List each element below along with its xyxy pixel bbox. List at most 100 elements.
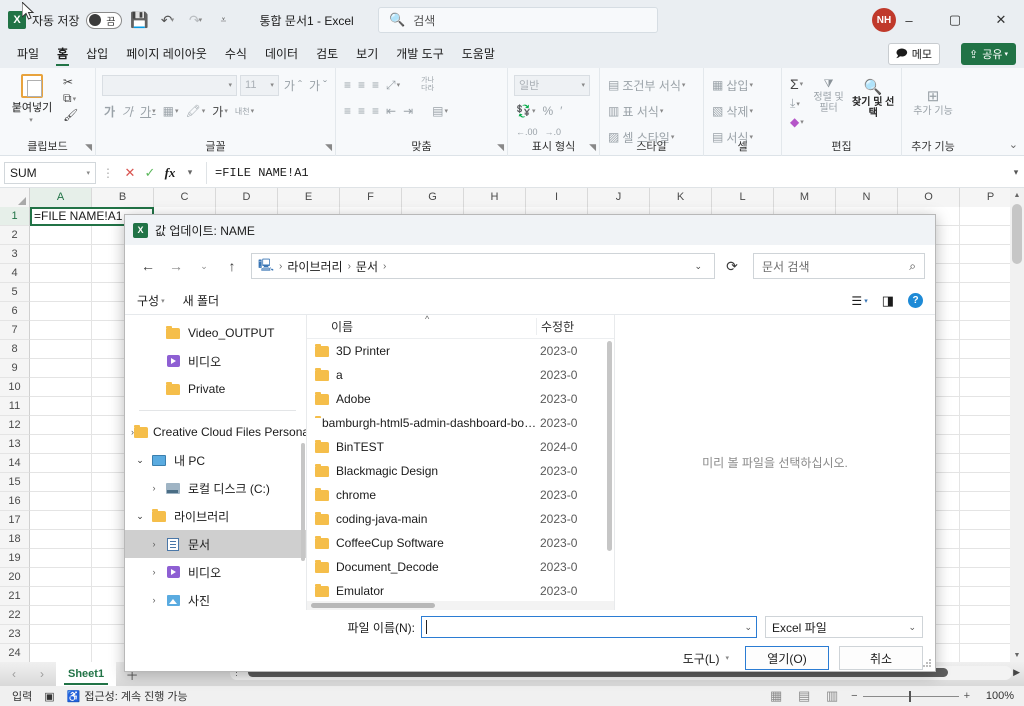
row-header-18[interactable]: 18 [0, 530, 30, 549]
row-header-11[interactable]: 11 [0, 397, 30, 416]
row-header-2[interactable]: 2 [0, 226, 30, 245]
column-header-c[interactable]: C [154, 188, 216, 207]
help-icon[interactable]: ? [908, 293, 923, 308]
zoom-out-button[interactable]: − [851, 690, 857, 702]
cell-A2[interactable] [30, 226, 92, 245]
tab-view[interactable]: 보기 [347, 41, 387, 67]
file-list-item[interactable]: 3D Printer 2023-0 [307, 339, 614, 363]
tree-item-[interactable]: › 비디오 [125, 347, 306, 375]
column-header-h[interactable]: H [464, 188, 526, 207]
chevron-right-icon[interactable]: › [145, 483, 163, 493]
chevron-down-icon[interactable]: ▾ [180, 167, 200, 178]
font-dialog-launcher[interactable]: ◥ [325, 142, 332, 153]
cell-A9[interactable] [30, 359, 92, 378]
page-layout-view-icon[interactable]: ▤ [795, 688, 813, 704]
cancel-icon[interactable]: ✕ [120, 165, 140, 181]
fx-icon[interactable]: fx [160, 165, 180, 181]
tab-data[interactable]: 데이터 [256, 41, 307, 67]
column-header-a[interactable]: A [30, 188, 92, 207]
font-size-combo[interactable]: 11 ▾ [240, 74, 279, 96]
file-list-item[interactable]: chrome 2023-0 [307, 483, 614, 507]
navpane-scroll-thumb[interactable] [301, 443, 305, 561]
align-center-button[interactable]: ≡ [356, 104, 367, 118]
row-header-14[interactable]: 14 [0, 454, 30, 473]
column-header-n[interactable]: N [836, 188, 898, 207]
chevron-left-icon[interactable]: ‹ [0, 667, 28, 681]
zoom-track[interactable] [862, 690, 959, 702]
file-list-item[interactable]: BinTEST 2024-0 [307, 435, 614, 459]
align-right-button[interactable]: ≡ [370, 104, 381, 118]
chevron-down-icon[interactable]: ⌄ [131, 511, 149, 522]
column-header-g[interactable]: G [402, 188, 464, 207]
arrow-up-icon[interactable]: ↑ [219, 253, 245, 279]
file-list-item[interactable]: Blackmagic Design 2023-0 [307, 459, 614, 483]
cell-A10[interactable] [30, 378, 92, 397]
customize-quick-access-icon[interactable]: ⩡ [211, 7, 237, 33]
file-list-item[interactable]: coding-java-main 2023-0 [307, 507, 614, 531]
chevron-down-icon[interactable]: ⌄ [694, 261, 708, 272]
refresh-icon[interactable]: ⟳ [719, 253, 745, 279]
vertical-scrollbar[interactable]: ▲ ▼ [1010, 188, 1024, 662]
chevron-right-icon[interactable]: › [28, 667, 56, 681]
chevron-right-icon[interactable]: › [145, 567, 163, 577]
tools-button[interactable]: 도구(L) ▾ [677, 650, 735, 667]
breadcrumb-documents[interactable]: 문서 [356, 258, 378, 275]
tree-item-creativecloudfilespersonal[interactable]: › Creative Cloud Files Personal [125, 418, 306, 446]
tab-help[interactable]: 도움말 [453, 41, 504, 67]
cell-A7[interactable] [30, 321, 92, 340]
column-header-name[interactable]: 이름 ^ [307, 315, 536, 335]
bold-button[interactable]: 가 [102, 103, 117, 120]
tree-item-[interactable]: › 문서 [125, 530, 306, 558]
breadcrumb-library[interactable]: 라이브러리 [287, 258, 342, 275]
tab-developer[interactable]: 개발 도구 [387, 41, 453, 67]
column-header-f[interactable]: F [340, 188, 402, 207]
paste-button[interactable]: 붙여넣기 ▾ [6, 72, 58, 124]
file-list-scroll-thumb[interactable] [607, 341, 612, 551]
cell-A24[interactable] [30, 644, 92, 663]
grow-font-button[interactable]: 가ˆ [282, 77, 304, 94]
wrap-text-button[interactable]: 가나 다라 [419, 77, 436, 93]
tree-item-videooutput[interactable]: › Video_OUTPUT [125, 319, 306, 347]
tree-item-[interactable]: › 비디오 [125, 558, 306, 586]
font-color-button[interactable]: 가 ▾ [210, 103, 230, 120]
cell-A23[interactable] [30, 625, 92, 644]
row-header-21[interactable]: 21 [0, 587, 30, 606]
cell-A14[interactable] [30, 454, 92, 473]
minimize-button[interactable]: – [886, 0, 932, 40]
conditional-formatting-button[interactable]: ▤ 조건부 서식 ▾ [606, 77, 687, 94]
format-painter-button[interactable]: 🖌 [61, 108, 80, 122]
chevron-right-icon[interactable]: › [145, 595, 163, 605]
select-all-corner[interactable] [0, 188, 30, 207]
decrease-indent-button[interactable]: ⇤ [384, 104, 398, 118]
row-header-6[interactable]: 6 [0, 302, 30, 321]
addins-button[interactable]: ⊞ 추가 기능 [908, 85, 958, 117]
column-header-date[interactable]: 수정한 [536, 318, 614, 335]
search-input[interactable]: 🔍 검색 [378, 7, 658, 33]
cell-A15[interactable] [30, 473, 92, 492]
alignment-dialog-launcher[interactable]: ◥ [497, 142, 504, 153]
column-header-b[interactable]: B [92, 188, 154, 207]
row-header-3[interactable]: 3 [0, 245, 30, 264]
share-button[interactable]: ⇪ 공유 ▾ [961, 43, 1016, 65]
cancel-button[interactable]: 취소 [839, 646, 923, 670]
close-icon[interactable]: close-icon [893, 215, 935, 245]
sheet-tab-sheet1[interactable]: Sheet1 [56, 662, 117, 686]
cell-A13[interactable] [30, 435, 92, 454]
clipboard-dialog-launcher[interactable]: ◥ [85, 142, 92, 153]
row-header-12[interactable]: 12 [0, 416, 30, 435]
row-header-17[interactable]: 17 [0, 511, 30, 530]
row-header-4[interactable]: 4 [0, 264, 30, 283]
chevron-up-icon[interactable]: ⌄ [1009, 138, 1018, 151]
align-top-button[interactable]: ≡ [342, 78, 353, 92]
name-box[interactable]: SUM ▾ [4, 161, 96, 184]
organize-button[interactable]: 구성 ▾ [137, 292, 165, 309]
tab-insert[interactable]: 삽입 [77, 41, 117, 67]
row-header-10[interactable]: 10 [0, 378, 30, 397]
column-header-i[interactable]: I [526, 188, 588, 207]
sort-filter-button[interactable]: ⧩ 정렬 및 필터 [809, 76, 849, 114]
clear-button[interactable]: ◆ ▾ [788, 115, 806, 129]
number-format-combo[interactable]: 일반 ▾ [514, 74, 590, 96]
row-header-5[interactable]: 5 [0, 283, 30, 302]
save-icon[interactable]: 💾 [127, 7, 153, 33]
arrow-right-icon[interactable]: → [163, 253, 189, 279]
